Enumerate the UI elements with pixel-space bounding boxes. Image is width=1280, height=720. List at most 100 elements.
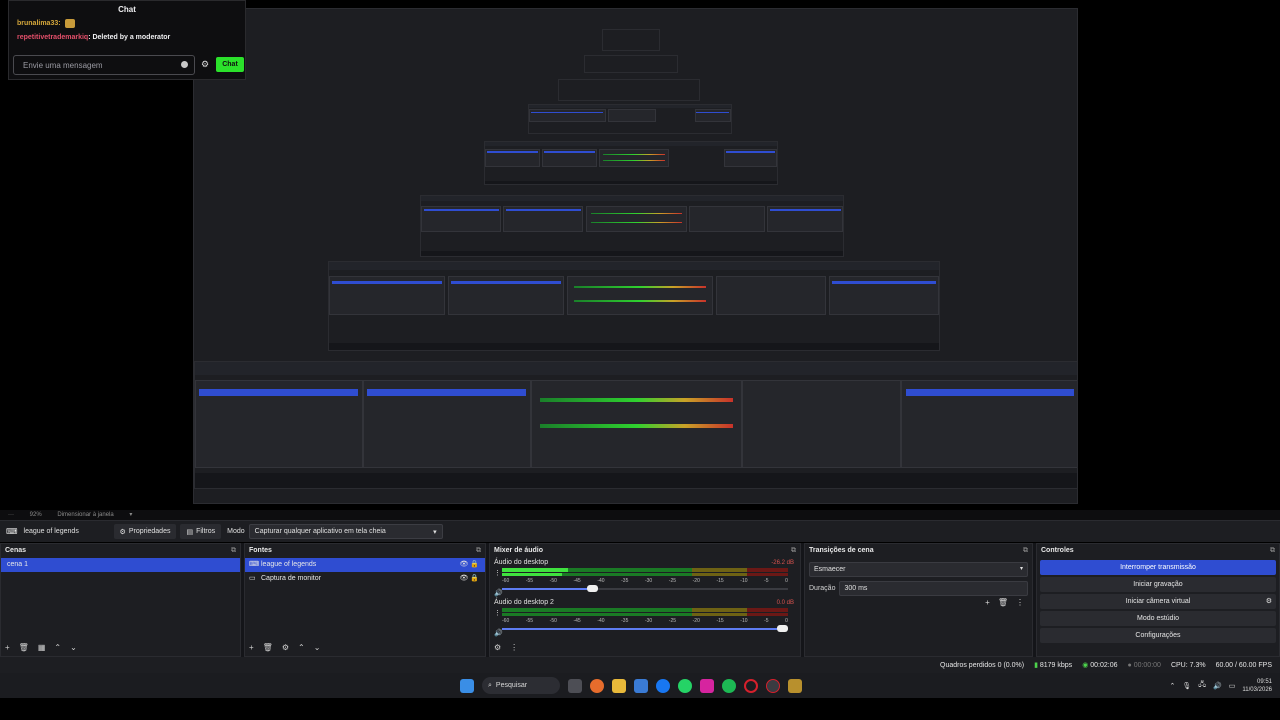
- gear-icon[interactable]: ⚙: [201, 59, 209, 70]
- undock-icon[interactable]: ⧉: [791, 544, 796, 558]
- mic-icon[interactable]: 🎙: [1182, 682, 1191, 690]
- add-icon[interactable]: +: [249, 643, 254, 652]
- instagram-icon[interactable]: [700, 678, 714, 693]
- whatsapp-icon[interactable]: [678, 678, 692, 693]
- studio-mode-button[interactable]: Modo estúdio: [1040, 611, 1276, 626]
- channel-db: 0.0 dB: [776, 600, 794, 606]
- gear-icon: ⚙: [119, 528, 126, 536]
- sources-title: Fontes: [249, 547, 272, 554]
- filters-label: Filtros: [196, 528, 216, 535]
- more-icon[interactable]: ⋮: [494, 569, 501, 577]
- meter-tick-label: -40: [597, 618, 605, 624]
- meter-ticks: -60 -55 -50 -45 -40 -35 -30 -25 -20 -15 -10 -5 0: [502, 578, 788, 585]
- stream-preview: Chat brunalima33: repetitivetrademarkiq:…: [0, 0, 1280, 510]
- filter-icon[interactable]: ▦: [38, 643, 46, 652]
- visibility-lock-icons[interactable]: 👁 🔒: [459, 572, 479, 586]
- opera-icon[interactable]: [744, 678, 758, 693]
- trash-icon[interactable]: 🗑: [998, 598, 1008, 607]
- resize-option[interactable]: Dimensionar à janela: [57, 512, 113, 518]
- clock[interactable]: 09:51 11/03/2026: [1242, 678, 1272, 694]
- obs-icon[interactable]: [766, 678, 780, 693]
- up-icon[interactable]: ⌃: [298, 643, 305, 652]
- clock-date: 11/03/2026: [1242, 686, 1272, 693]
- chat-title: Chat: [118, 5, 136, 14]
- dropped-frames: Quadros perdidos 0 (0.0%): [940, 661, 1025, 669]
- more-icon[interactable]: ⋮: [494, 609, 501, 617]
- nested-preview-6: [558, 79, 700, 101]
- more-icon[interactable]: ⋮: [1016, 598, 1024, 607]
- undock-icon[interactable]: ⧉: [1270, 544, 1275, 558]
- game-capture-icon: ⌨: [6, 527, 18, 536]
- chat-input[interactable]: Envie uma mensagem: [13, 55, 195, 75]
- mixer-channel: Áudio do desktop -26.2 dB ⋮ -60 -55 -50 -45-…: [490, 558, 800, 598]
- windows-start-icon[interactable]: [460, 678, 474, 693]
- up-icon[interactable]: ⌃: [54, 643, 61, 652]
- network-icon[interactable]: 🖧: [1198, 680, 1206, 691]
- nested-preview-7: [584, 55, 678, 73]
- volume-slider[interactable]: [502, 625, 788, 633]
- visibility-lock-icons[interactable]: 👁 🔒: [459, 558, 479, 572]
- emote-picker-icon[interactable]: [181, 61, 188, 68]
- firefox-icon[interactable]: [590, 678, 604, 693]
- scene-item[interactable]: cena 1: [1, 558, 240, 572]
- league-icon[interactable]: [788, 678, 802, 693]
- meter-tick-label: -20: [692, 618, 700, 624]
- transition-toolbar: + 🗑 ⋮: [985, 598, 1024, 607]
- down-icon[interactable]: ⌄: [70, 643, 77, 652]
- more-icon[interactable]: ⋮: [510, 643, 518, 652]
- down-icon[interactable]: ⌄: [314, 643, 321, 652]
- gear-icon[interactable]: ⚙: [282, 643, 289, 652]
- gear-icon[interactable]: ⚙: [1266, 594, 1272, 609]
- zoom-level[interactable]: 92%: [30, 512, 42, 518]
- facebook-icon[interactable]: [656, 678, 670, 693]
- add-icon[interactable]: +: [5, 643, 10, 652]
- chat-message: brunalima33:: [9, 17, 245, 31]
- stream-time: 00:02:06: [1090, 662, 1118, 669]
- filters-button[interactable]: ▤ Filtros: [180, 524, 222, 539]
- signal-icon: ▮: [1034, 662, 1038, 669]
- settings-button[interactable]: Configurações: [1040, 628, 1276, 643]
- source-item[interactable]: ▭ Captura de monitor 👁 🔒: [245, 572, 485, 586]
- chat-send-button[interactable]: Chat: [216, 57, 244, 72]
- chevron-down-icon: ▾: [433, 528, 437, 536]
- chevron-down-icon[interactable]: ▾: [129, 512, 132, 518]
- meter-tick-label: -55: [525, 578, 534, 584]
- meter-tick-label: -35: [621, 578, 629, 584]
- meter-tick-label: -50: [549, 578, 557, 584]
- add-icon[interactable]: +: [985, 598, 990, 607]
- stop-streaming-button[interactable]: Interromper transmissão: [1040, 560, 1276, 575]
- scenes-title: Cenas: [5, 547, 27, 554]
- context-bar: ⌨ league of legends ⚙ Propriedades ▤ Filtr…: [0, 520, 1280, 542]
- volume-icon[interactable]: 🔊: [1213, 682, 1222, 690]
- search-label: Pesquisar: [495, 682, 528, 689]
- file-explorer-icon[interactable]: [612, 678, 626, 693]
- transition-select[interactable]: Esmaecer ▾: [809, 562, 1028, 577]
- meter-tick-label: -50: [549, 618, 557, 624]
- undock-icon[interactable]: ⧉: [1023, 544, 1028, 558]
- taskbar-search[interactable]: ⌕ Pesquisar: [482, 677, 560, 694]
- meter-tick-label: -55: [525, 618, 534, 624]
- task-view-icon[interactable]: [568, 678, 582, 693]
- battery-icon[interactable]: ▭: [1229, 682, 1236, 690]
- source-item[interactable]: ⌨ league of legends 👁 🔒: [245, 558, 485, 572]
- properties-button[interactable]: ⚙ Propriedades: [113, 524, 177, 539]
- gear-icon[interactable]: ⚙: [494, 643, 501, 652]
- docks-area: Cenas ⧉ cena 1 + 🗑 ▦ ⌃ ⌄ Fontes ⧉ ⌨ league of …: [0, 543, 1280, 657]
- mode-select[interactable]: Capturar qualquer aplicativo em tela che…: [248, 524, 443, 539]
- chevron-up-icon[interactable]: ⌃: [1169, 682, 1175, 690]
- store-icon[interactable]: [634, 678, 648, 693]
- volume-slider[interactable]: [502, 585, 788, 593]
- source-label: league of legends: [261, 561, 317, 568]
- trash-icon[interactable]: 🗑: [19, 643, 29, 652]
- undock-icon[interactable]: ⧉: [476, 544, 481, 558]
- preview-zoom-bar: ··· 92% Dimensionar à janela ▾: [0, 510, 1280, 520]
- meter-tick-label: -10: [740, 618, 748, 624]
- start-recording-button[interactable]: Iniciar gravação: [1040, 577, 1276, 592]
- duration-field[interactable]: 300 ms: [839, 580, 1028, 596]
- trash-icon[interactable]: 🗑: [263, 643, 273, 652]
- spotify-icon[interactable]: [722, 678, 736, 693]
- undock-icon[interactable]: ⧉: [231, 544, 236, 558]
- virtual-camera-button[interactable]: Iniciar câmera virtual ⚙: [1040, 594, 1276, 609]
- meter-tick-label: -30: [644, 618, 653, 624]
- meter-tick-label: 0: [785, 618, 788, 624]
